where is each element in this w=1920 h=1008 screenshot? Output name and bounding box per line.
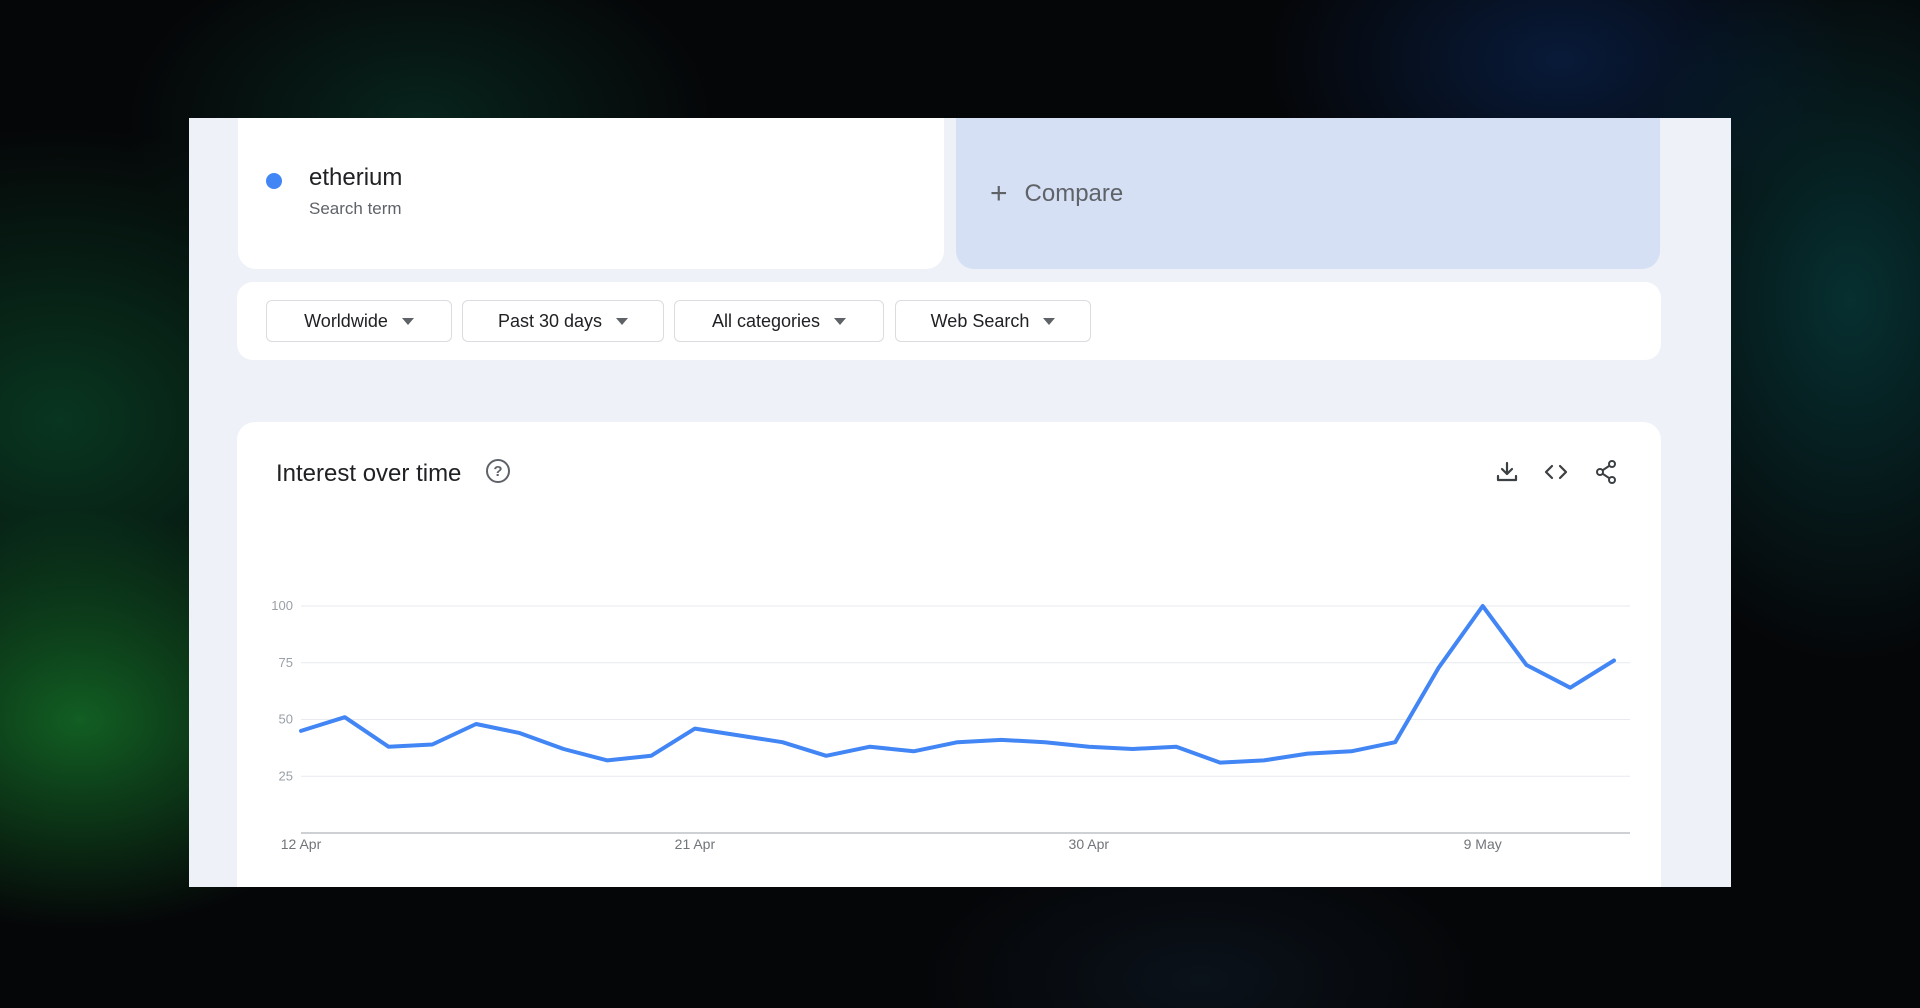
x-tick-label: 12 Apr xyxy=(281,836,322,852)
series-line[interactable] xyxy=(299,604,1616,765)
search-term-subtitle: Search term xyxy=(309,199,402,218)
compare-label: Compare xyxy=(1024,179,1124,207)
x-tick-label: 21 Apr xyxy=(675,836,716,852)
plus-icon: + xyxy=(990,176,1008,210)
category-dropdown[interactable]: All categories xyxy=(674,300,884,342)
search-term-card[interactable]: etherium Search term xyxy=(238,118,944,269)
compare-button[interactable]: + Compare xyxy=(956,118,1660,269)
x-tick-label: 30 Apr xyxy=(1069,836,1110,852)
series-color-dot xyxy=(266,173,282,189)
share-icon[interactable] xyxy=(1592,458,1620,486)
filter-bar: Worldwide Past 30 days All categories We… xyxy=(237,282,1661,360)
caret-down-icon xyxy=(834,317,847,325)
category-label: All categories xyxy=(711,310,821,331)
search-term-name[interactable]: etherium xyxy=(309,164,402,192)
download-icon[interactable] xyxy=(1493,458,1521,486)
x-tick-label: 9 May xyxy=(1464,836,1502,852)
region-filter-label: Worldwide xyxy=(304,310,388,331)
embed-code-icon[interactable] xyxy=(1542,458,1570,486)
time-range-dropdown[interactable]: Past 30 days xyxy=(462,300,664,342)
y-tick-label: 50 xyxy=(279,712,293,727)
search-type-dropdown[interactable]: Web Search xyxy=(895,300,1091,342)
caret-down-icon xyxy=(1043,317,1056,325)
line-chart: 25 50 75 100 12 Apr 21 Apr 30 Apr 9 May xyxy=(271,598,1630,852)
caret-down-icon xyxy=(616,317,629,325)
y-tick-label: 75 xyxy=(279,655,293,670)
search-type-label: Web Search xyxy=(930,310,1030,331)
time-range-label: Past 30 days xyxy=(497,310,603,331)
help-icon[interactable]: ? xyxy=(486,459,510,483)
interest-over-time-card: 25 50 75 100 12 Apr 21 Apr 30 Apr 9 May Interes… xyxy=(237,422,1661,887)
trends-panel: etherium Search term + Compare Worldwide… xyxy=(189,118,1731,887)
y-tick-label: 25 xyxy=(279,768,293,783)
caret-down-icon xyxy=(401,317,414,325)
region-filter-dropdown[interactable]: Worldwide xyxy=(266,300,452,342)
y-tick-label: 100 xyxy=(271,598,293,613)
widget-title: Interest over time xyxy=(276,460,462,487)
